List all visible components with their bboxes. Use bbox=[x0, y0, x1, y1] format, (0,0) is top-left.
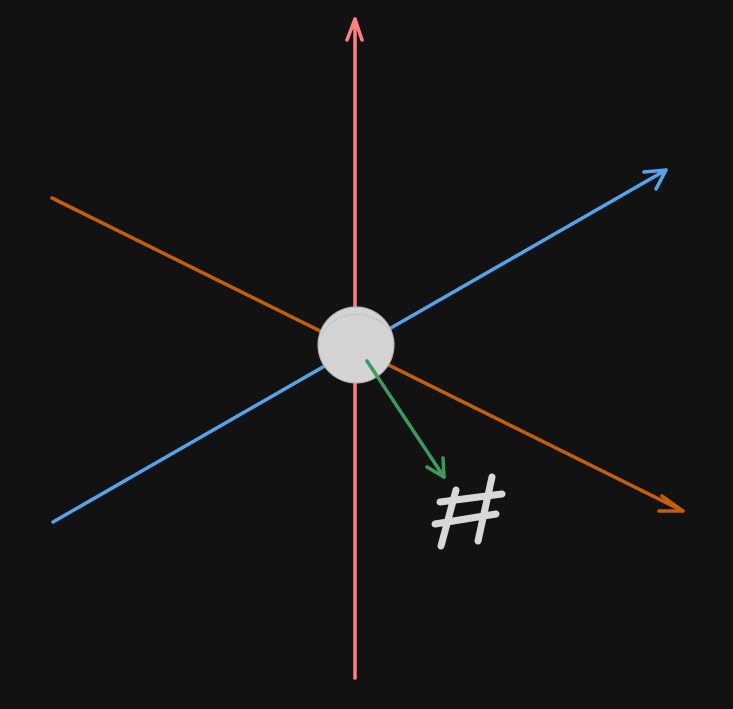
origin-point bbox=[317, 306, 395, 384]
axes-diagram: # bbox=[0, 0, 733, 709]
